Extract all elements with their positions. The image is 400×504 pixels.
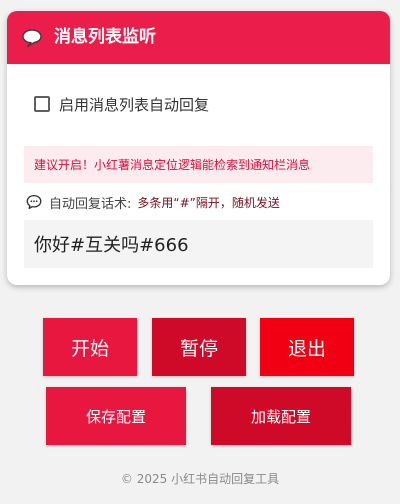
card-header: 消息列表监听 xyxy=(7,11,390,64)
reply-hint: 多条用“#”隔开，随机发送 xyxy=(137,195,280,210)
auto-reply-checkbox-label: 启用消息列表自动回复 xyxy=(59,95,210,114)
footer-copyright: © 2025 小红书自动回复工具 xyxy=(120,472,280,486)
reply-text-input[interactable] xyxy=(24,220,373,268)
save-config-button[interactable]: 保存配置 xyxy=(46,387,186,445)
load-config-button[interactable]: 加载配置 xyxy=(211,387,351,445)
reply-label-row: 自动回复话术: 多条用“#”隔开，随机发送 xyxy=(25,191,280,213)
tip-text: 建议开启！小红薯消息定位逻辑能检索到通知栏消息 xyxy=(34,158,311,172)
auto-reply-checkbox[interactable]: 启用消息列表自动回复 xyxy=(34,92,209,116)
speech-bubble-icon xyxy=(26,194,42,210)
tip-banner: 建议开启！小红薯消息定位逻辑能检索到通知栏消息 xyxy=(24,146,373,183)
pause-button[interactable]: 暂停 xyxy=(152,318,246,376)
settings-card: 消息列表监听 启用消息列表自动回复 建议开启！小红薯消息定位逻辑能检索到通知栏消… xyxy=(7,11,390,285)
exit-button[interactable]: 退出 xyxy=(260,318,354,376)
start-button[interactable]: 开始 xyxy=(43,318,137,376)
reply-label: 自动回复话术: xyxy=(49,196,132,212)
checkbox-box[interactable] xyxy=(34,96,50,112)
speech-bubble-icon xyxy=(22,29,42,48)
page-title: 消息列表监听 xyxy=(54,27,156,47)
